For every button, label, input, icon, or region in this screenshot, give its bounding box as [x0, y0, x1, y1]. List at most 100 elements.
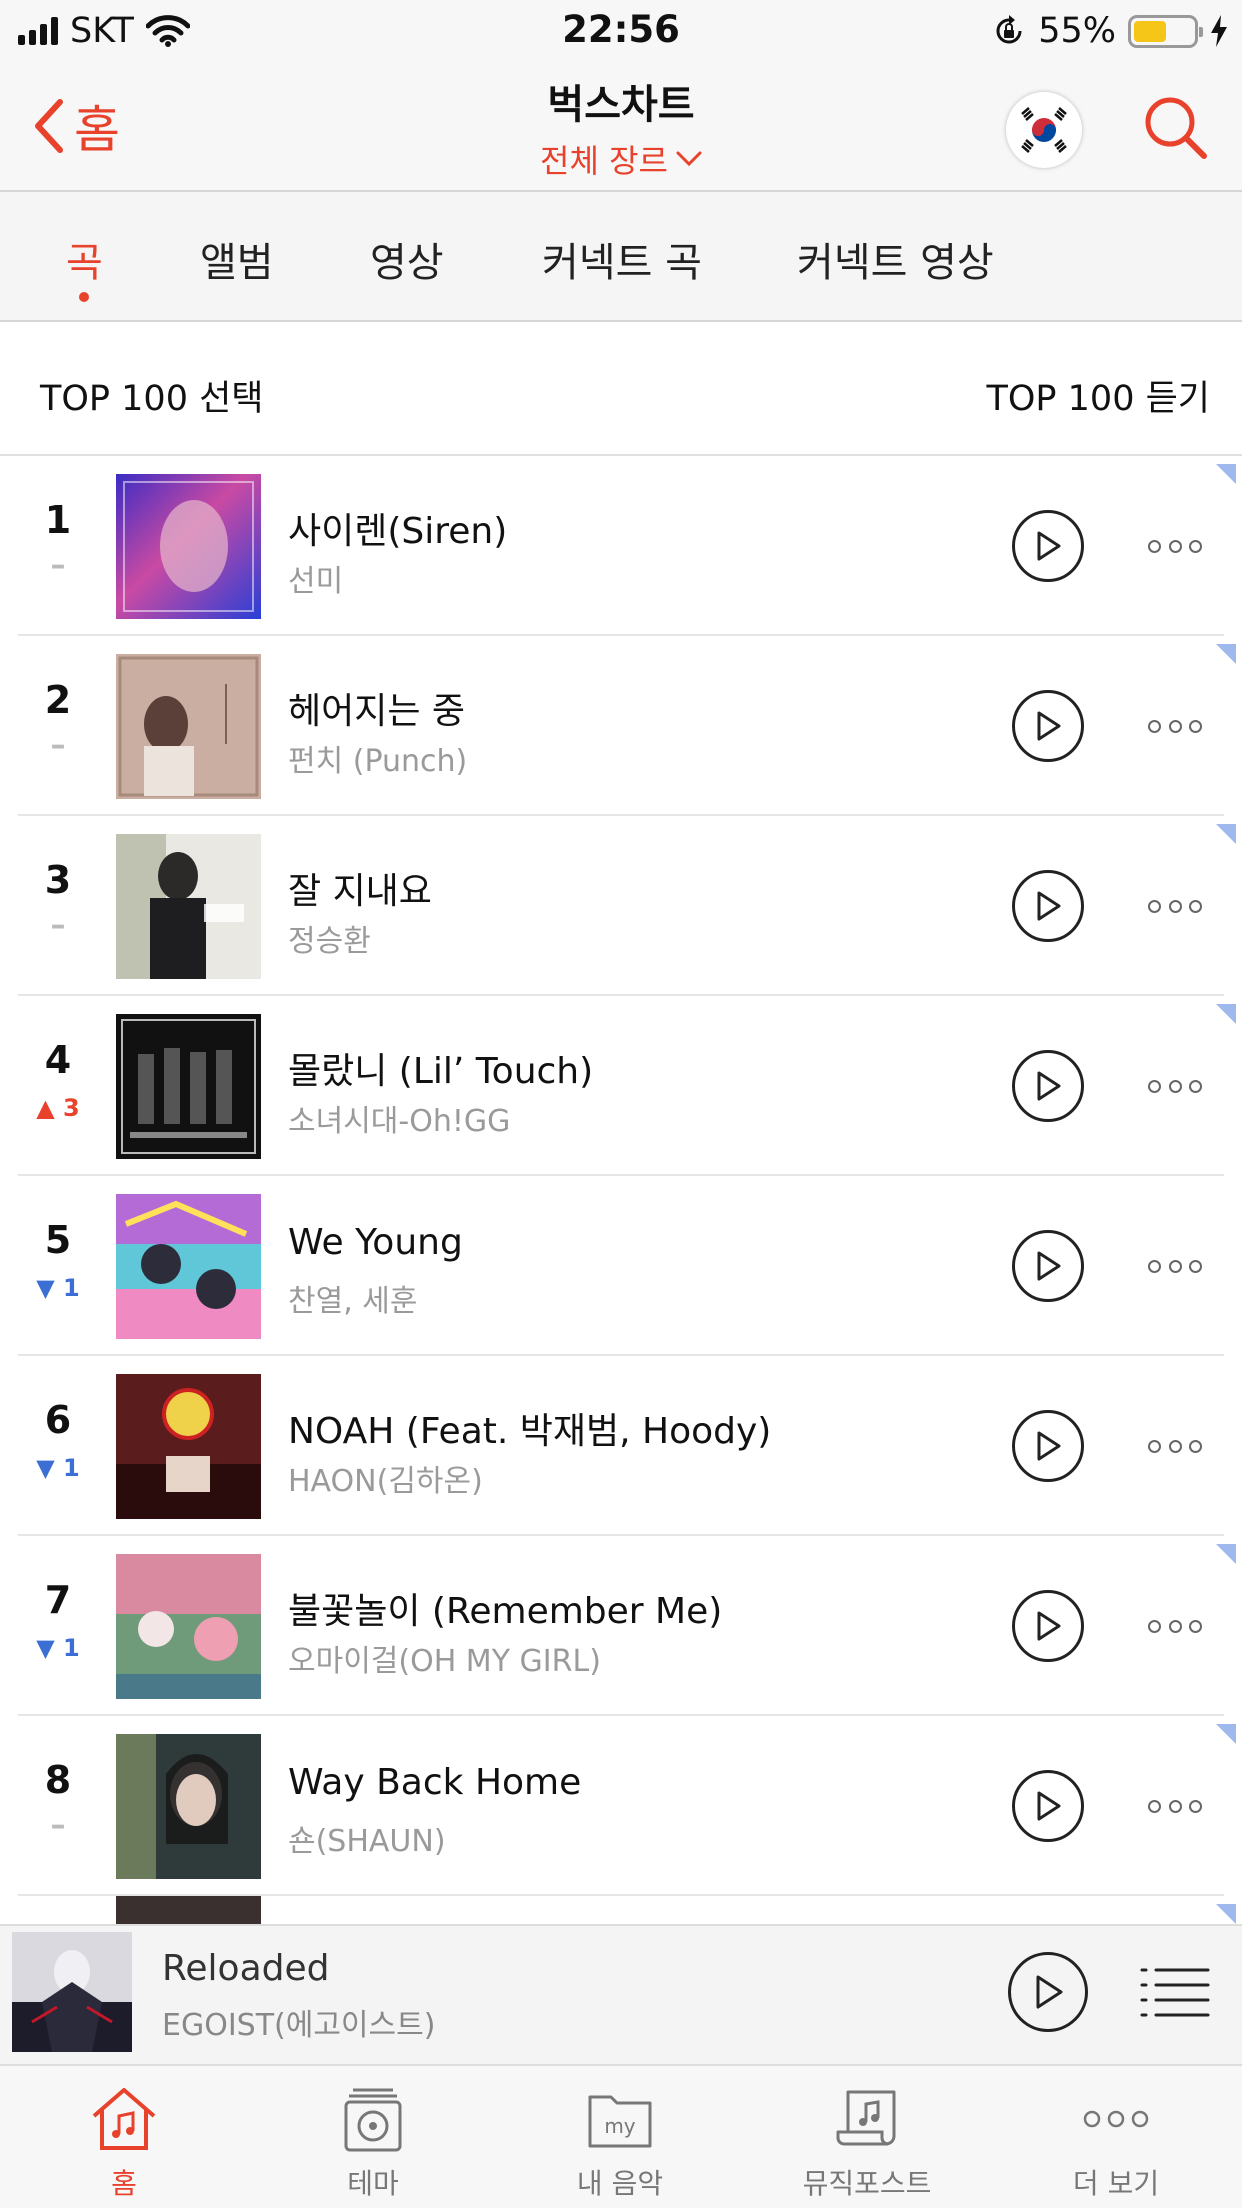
- tabbar-my-music[interactable]: my 내 음악: [520, 2084, 720, 2202]
- chart-row[interactable]: 4 ▲ 3 몰랐니 (Lil’ Touch) 소녀시대-Oh!GG: [0, 996, 1242, 1176]
- more-options-button[interactable]: [1148, 536, 1202, 556]
- play-button[interactable]: [1012, 1050, 1084, 1122]
- chart-row-partial[interactable]: [0, 1896, 1242, 1924]
- play-button[interactable]: [1012, 1230, 1084, 1302]
- more-options-button[interactable]: [1148, 1076, 1202, 1096]
- play-button[interactable]: [1012, 870, 1084, 942]
- new-corner-marker: [1216, 644, 1236, 664]
- song-title[interactable]: 불꽃놀이 (Remember Me): [288, 1582, 722, 1634]
- theme-disc-icon: [273, 2084, 473, 2154]
- genre-dropdown[interactable]: 전체 장르: [540, 136, 702, 182]
- album-cover[interactable]: [116, 1014, 261, 1159]
- playlist-queue-icon[interactable]: [1140, 1964, 1210, 2020]
- song-artist[interactable]: 소녀시대-Oh!GG: [288, 1096, 510, 1140]
- tab-album[interactable]: 앨범: [200, 230, 274, 288]
- chart-row[interactable]: 1 – 사이렌(Siren) 선미: [0, 456, 1242, 636]
- chart-row[interactable]: 7 ▼ 1 불꽃놀이 (Remember Me) 오마이걸(OH MY GIRL…: [0, 1536, 1242, 1716]
- play-icon: [1037, 1611, 1061, 1641]
- home-music-icon: [24, 2084, 224, 2154]
- mini-player-play-button[interactable]: [1008, 1952, 1088, 2032]
- album-cover[interactable]: [116, 1554, 261, 1699]
- song-artist[interactable]: 선미: [288, 556, 343, 600]
- tabbar-more[interactable]: 더 보기: [1016, 2084, 1216, 2202]
- new-corner-marker: [1216, 1904, 1236, 1924]
- album-cover[interactable]: [116, 1734, 261, 1879]
- chart-row[interactable]: 3 – 잘 지내요 정승환: [0, 816, 1242, 996]
- more-options-button[interactable]: [1148, 1256, 1202, 1276]
- search-icon[interactable]: [1140, 92, 1210, 162]
- rank-down-arrow-icon: ▼: [36, 1634, 64, 1662]
- top100-select-button[interactable]: TOP 100 선택: [40, 370, 264, 421]
- song-title[interactable]: Way Back Home: [288, 1762, 581, 1803]
- album-cover[interactable]: [116, 834, 261, 979]
- new-corner-marker: [1216, 464, 1236, 484]
- rank-change: –: [18, 1808, 98, 1843]
- rank-number: 3: [44, 858, 72, 902]
- chart-row[interactable]: 2 – 헤어지는 중 펀치 (Punch): [0, 636, 1242, 816]
- tabbar-theme[interactable]: 테마: [273, 2084, 473, 2202]
- album-cover[interactable]: [116, 1374, 261, 1519]
- song-artist[interactable]: 정승환: [288, 916, 371, 960]
- rank-change-value: –: [50, 908, 66, 943]
- tabbar-home[interactable]: 홈: [24, 2084, 224, 2202]
- country-flag-button[interactable]: [1006, 92, 1082, 168]
- album-cover[interactable]: [116, 1194, 261, 1339]
- rank-number: 7: [44, 1578, 72, 1622]
- chart-row[interactable]: 6 ▼ 1 NOAH (Feat. 박재범, Hoody) HAON(김하온): [0, 1356, 1242, 1536]
- song-artist[interactable]: 찬열, 세훈: [288, 1276, 417, 1320]
- top100-play-button[interactable]: TOP 100 듣기: [987, 370, 1211, 421]
- rank-change-value: –: [50, 728, 66, 763]
- now-playing-cover[interactable]: [12, 1932, 132, 2052]
- song-artist[interactable]: 숀(SHAUN): [288, 1816, 446, 1860]
- song-title[interactable]: We Young: [288, 1222, 463, 1263]
- song-title[interactable]: 헤어지는 중: [288, 682, 465, 734]
- more-options-button[interactable]: [1148, 716, 1202, 736]
- more-options-button[interactable]: [1148, 1436, 1202, 1456]
- play-icon: [1037, 891, 1061, 921]
- tabbar-music-post-label: 뮤직포스트: [802, 2167, 932, 2200]
- play-button[interactable]: [1012, 510, 1084, 582]
- play-button[interactable]: [1012, 1590, 1084, 1662]
- song-title[interactable]: 사이렌(Siren): [288, 502, 507, 554]
- chart-row[interactable]: 8 – Way Back Home 숀(SHAUN): [0, 1716, 1242, 1896]
- rank-down-arrow-icon: ▼: [36, 1274, 64, 1302]
- tabbar-music-post[interactable]: 뮤직포스트: [767, 2084, 967, 2202]
- rank-down-arrow-icon: ▼: [36, 1454, 64, 1482]
- more-options-button[interactable]: [1148, 896, 1202, 916]
- album-cover[interactable]: [116, 1896, 261, 1924]
- play-button[interactable]: [1012, 690, 1084, 762]
- nav-bar: 홈 벅스차트 전체 장르: [0, 62, 1242, 192]
- play-button[interactable]: [1012, 1410, 1084, 1482]
- tab-connect-song[interactable]: 커넥트 곡: [542, 230, 702, 288]
- play-icon: [1037, 531, 1061, 561]
- album-cover[interactable]: [116, 654, 261, 799]
- rank-up-arrow-icon: ▲: [36, 1094, 64, 1122]
- play-icon: [1037, 1431, 1061, 1461]
- mini-player[interactable]: Reloaded EGOIST(에고이스트): [0, 1924, 1242, 2064]
- now-playing-title[interactable]: Reloaded: [162, 1948, 329, 1989]
- tab-song[interactable]: 곡: [66, 230, 103, 288]
- more-options-button[interactable]: [1148, 1796, 1202, 1816]
- song-title[interactable]: 몰랐니 (Lil’ Touch): [288, 1042, 593, 1094]
- song-artist[interactable]: 펀치 (Punch): [288, 736, 467, 780]
- rank-number: 8: [44, 1758, 72, 1802]
- chart-row[interactable]: 5 ▼ 1 We Young 찬열, 세훈: [0, 1176, 1242, 1356]
- song-artist[interactable]: 오마이걸(OH MY GIRL): [288, 1636, 601, 1680]
- song-title[interactable]: NOAH (Feat. 박재범, Hoody): [288, 1402, 771, 1454]
- tab-video[interactable]: 영상: [370, 230, 444, 288]
- album-cover[interactable]: [116, 474, 261, 619]
- active-tab-dot: [79, 292, 89, 302]
- more-options-button[interactable]: [1148, 1616, 1202, 1636]
- rank-number: 1: [44, 498, 72, 542]
- rank-change: –: [18, 908, 98, 943]
- status-right: 55%: [992, 8, 1228, 54]
- tab-connect-video[interactable]: 커넥트 영상: [797, 230, 994, 288]
- play-button[interactable]: [1012, 1770, 1084, 1842]
- now-playing-artist[interactable]: EGOIST(에고이스트): [162, 2000, 435, 2044]
- new-corner-marker: [1216, 1544, 1236, 1564]
- more-dots-icon: [1016, 2084, 1216, 2154]
- song-artist[interactable]: HAON(김하온): [288, 1456, 483, 1500]
- song-title[interactable]: 잘 지내요: [288, 862, 432, 914]
- chart-list: 1 – 사이렌(Siren) 선미 2 – 헤어지는 중 펀치 (Punch) …: [0, 456, 1242, 1924]
- play-icon: [1037, 711, 1061, 741]
